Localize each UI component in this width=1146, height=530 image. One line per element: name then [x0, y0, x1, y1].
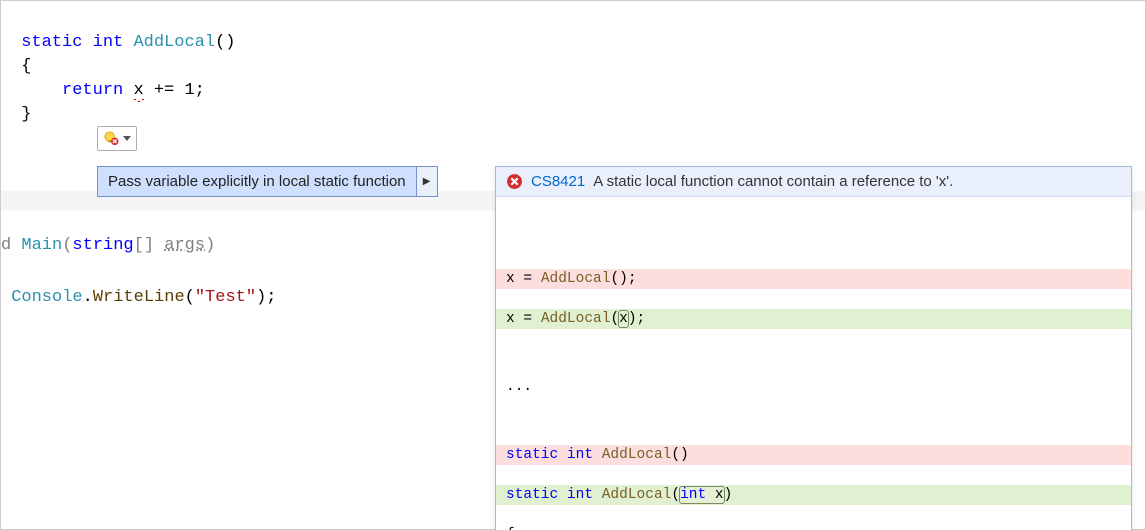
code-block-top[interactable]: static int AddLocal() { return x += 1; }: [1, 1, 1145, 151]
code-fix-preview-panel: CS8421 A static local function cannot co…: [495, 166, 1132, 530]
method-name: AddLocal: [133, 33, 215, 52]
code-editor[interactable]: static int AddLocal() { return x += 1; }…: [0, 0, 1146, 530]
keyword-return: return: [62, 81, 123, 100]
lightbulb-error-icon: [104, 131, 119, 146]
code-fix-menu: Pass variable explicitly in local static…: [97, 166, 438, 197]
diff-removed-line: static int AddLocal(): [496, 445, 1131, 465]
error-message: A static local function cannot contain a…: [593, 173, 953, 190]
preview-diff: x = AddLocal(); x = AddLocal(x); ... sta…: [496, 197, 1131, 530]
diff-ellipsis: ...: [496, 377, 1131, 397]
error-code-link[interactable]: CS8421: [531, 173, 585, 190]
keyword-int: int: [93, 33, 124, 52]
error-identifier-x[interactable]: x: [133, 81, 143, 100]
submenu-arrow-icon[interactable]: ▶: [416, 167, 437, 196]
code-fix-item[interactable]: Pass variable explicitly in local static…: [98, 173, 416, 190]
preview-header: CS8421 A static local function cannot co…: [496, 167, 1131, 197]
quick-actions-button[interactable]: [97, 126, 137, 151]
diff-added-line: static int AddLocal(int x): [496, 485, 1131, 505]
keyword-static: static: [21, 33, 82, 52]
chevron-down-icon: [123, 136, 131, 141]
error-icon: [506, 173, 523, 190]
diff-added-line: x = AddLocal(x);: [496, 309, 1131, 329]
diff-removed-line: x = AddLocal();: [496, 269, 1131, 289]
